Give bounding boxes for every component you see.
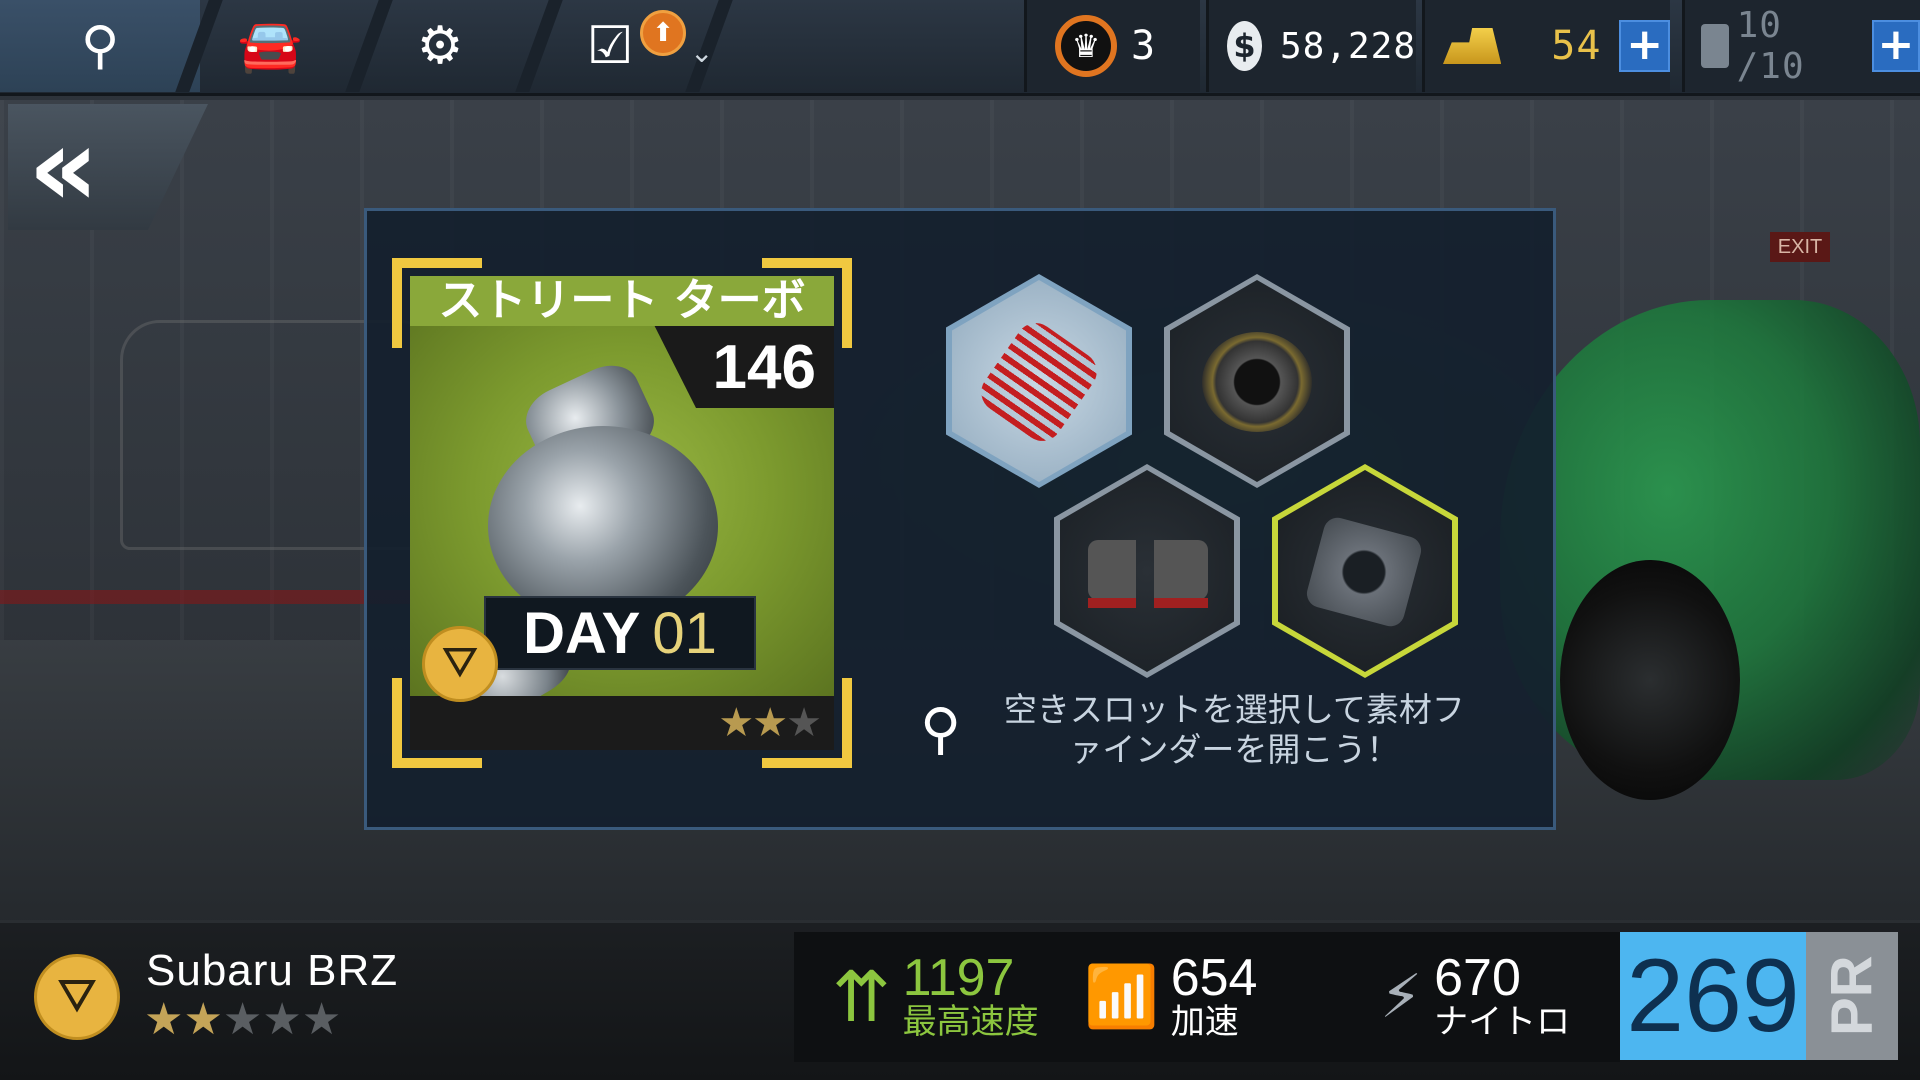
acceleration-value: 654 (1170, 949, 1258, 1008)
floor-stripe (0, 590, 420, 604)
slot-inner (1278, 470, 1452, 672)
top-speed-label: 最高速度 (902, 1002, 1039, 1043)
hint-line-1: 空きスロットを選択して素材フ (1003, 690, 1465, 729)
cash-icon: $ (1227, 21, 1262, 71)
star-icon: ★ (718, 700, 754, 746)
fuel-value: 10 /10 (1736, 5, 1805, 87)
top-speed-icon: ⇈ (832, 956, 891, 1038)
stat-nitro: ⚡ 670 ナイトロ (1380, 932, 1570, 1062)
pr-value: 269 (1620, 932, 1806, 1060)
crown-count: 3 (1131, 23, 1157, 69)
top-speed-value: 1197 (902, 949, 1015, 1008)
gears-icon: ⚙ (416, 16, 464, 76)
pr-label: PR (1806, 932, 1898, 1060)
street-class-icon: ⛛ (422, 626, 498, 702)
crown-counter[interactable]: ♛ 3 (1024, 0, 1200, 92)
part-name: ストリート ターボ (410, 276, 834, 326)
stat-acceleration: 📶 654 加速 (1084, 932, 1257, 1062)
star-icon: ★ (752, 700, 788, 746)
finder-hint: ⚲ 空きスロットを選択して素材フ ァインダーを開こう！ (920, 690, 1480, 770)
day-text: DAY (523, 600, 641, 666)
map-pin-icon: ⚲ (80, 16, 120, 76)
upgrade-badge-icon: ⬆ (640, 10, 686, 56)
slot-inner (1060, 470, 1234, 672)
star-empty-icon: ★ (301, 994, 342, 1045)
stat-top-speed: ⇈ 1197 最高速度 (832, 932, 1039, 1062)
rarity-stars: ★★★ (718, 700, 822, 746)
acceleration-icon: 📶 (1084, 962, 1159, 1032)
gasket-icon (1303, 514, 1425, 630)
car-stats: ⇈ 1197 最高速度 📶 654 加速 ⚡ 670 ナイトロ (794, 932, 1620, 1062)
car-name: Subaru BRZ (146, 946, 399, 995)
cash-value: 58,228 (1279, 25, 1416, 67)
part-power: 146 (712, 333, 816, 402)
top-bar: ⚲ 🚘 ⚙ ☑ ⬆ ⌄ ♛ 3 $ 58,228 54 + 10 /10 + (0, 0, 1920, 96)
gold-bars-icon (1443, 28, 1502, 64)
nitro-value: 670 (1434, 949, 1521, 1008)
car-stars: ★★★★★ (144, 994, 341, 1045)
performance-rating: 269 PR (1620, 932, 1920, 1060)
star-icon: ★ (144, 994, 184, 1045)
part-card[interactable]: ストリート ターボ 146 DAY 01 ★★★ ⛛ (392, 258, 852, 768)
fuel-counter[interactable]: 10 /10 + (1682, 0, 1920, 92)
acceleration-label: 加速 (1170, 1002, 1239, 1043)
engine-mount-icon (1088, 540, 1208, 608)
search-icon: ⚲ (920, 697, 962, 762)
gold-value: 54 (1551, 23, 1602, 69)
car-wheel (1560, 560, 1740, 800)
spring-icon (973, 315, 1105, 449)
day-number: 01 (652, 600, 717, 666)
nitro-label: ナイトロ (1434, 1002, 1571, 1043)
hint-text: 空きスロットを選択して素材フ ァインダーを開こう！ (989, 690, 1480, 770)
exit-sign: EXIT (1770, 232, 1830, 262)
cash-counter[interactable]: $ 58,228 (1206, 0, 1416, 92)
crown-icon: ♛ (1055, 15, 1117, 77)
hint-line-2: ァインダーを開こう！ (1069, 730, 1400, 769)
bushing-icon (1202, 332, 1312, 432)
slot-inner (952, 280, 1126, 482)
star-empty-icon: ★ (222, 994, 263, 1045)
double-chevron-left-icon: « (28, 103, 99, 231)
star-empty-icon: ★ (786, 700, 822, 746)
chevron-down-icon[interactable]: ⌄ (690, 36, 713, 69)
add-gold-button[interactable]: + (1619, 20, 1670, 72)
nitro-bottle-icon: ⚡ (1380, 962, 1423, 1032)
add-fuel-button[interactable]: + (1871, 20, 1920, 72)
checklist-icon: ☑ (586, 16, 634, 76)
gold-counter[interactable]: 54 + (1422, 0, 1670, 92)
car-icon: 🚘 (237, 16, 303, 76)
star-icon: ★ (183, 994, 223, 1045)
slot-inner (1170, 280, 1344, 482)
fuel-pump-icon (1701, 24, 1729, 68)
star-empty-icon: ★ (262, 994, 302, 1045)
day-label: DAY 01 (484, 596, 756, 670)
car-class-icon: ⛛ (34, 954, 120, 1040)
card-footer: ★★★ (410, 696, 834, 750)
